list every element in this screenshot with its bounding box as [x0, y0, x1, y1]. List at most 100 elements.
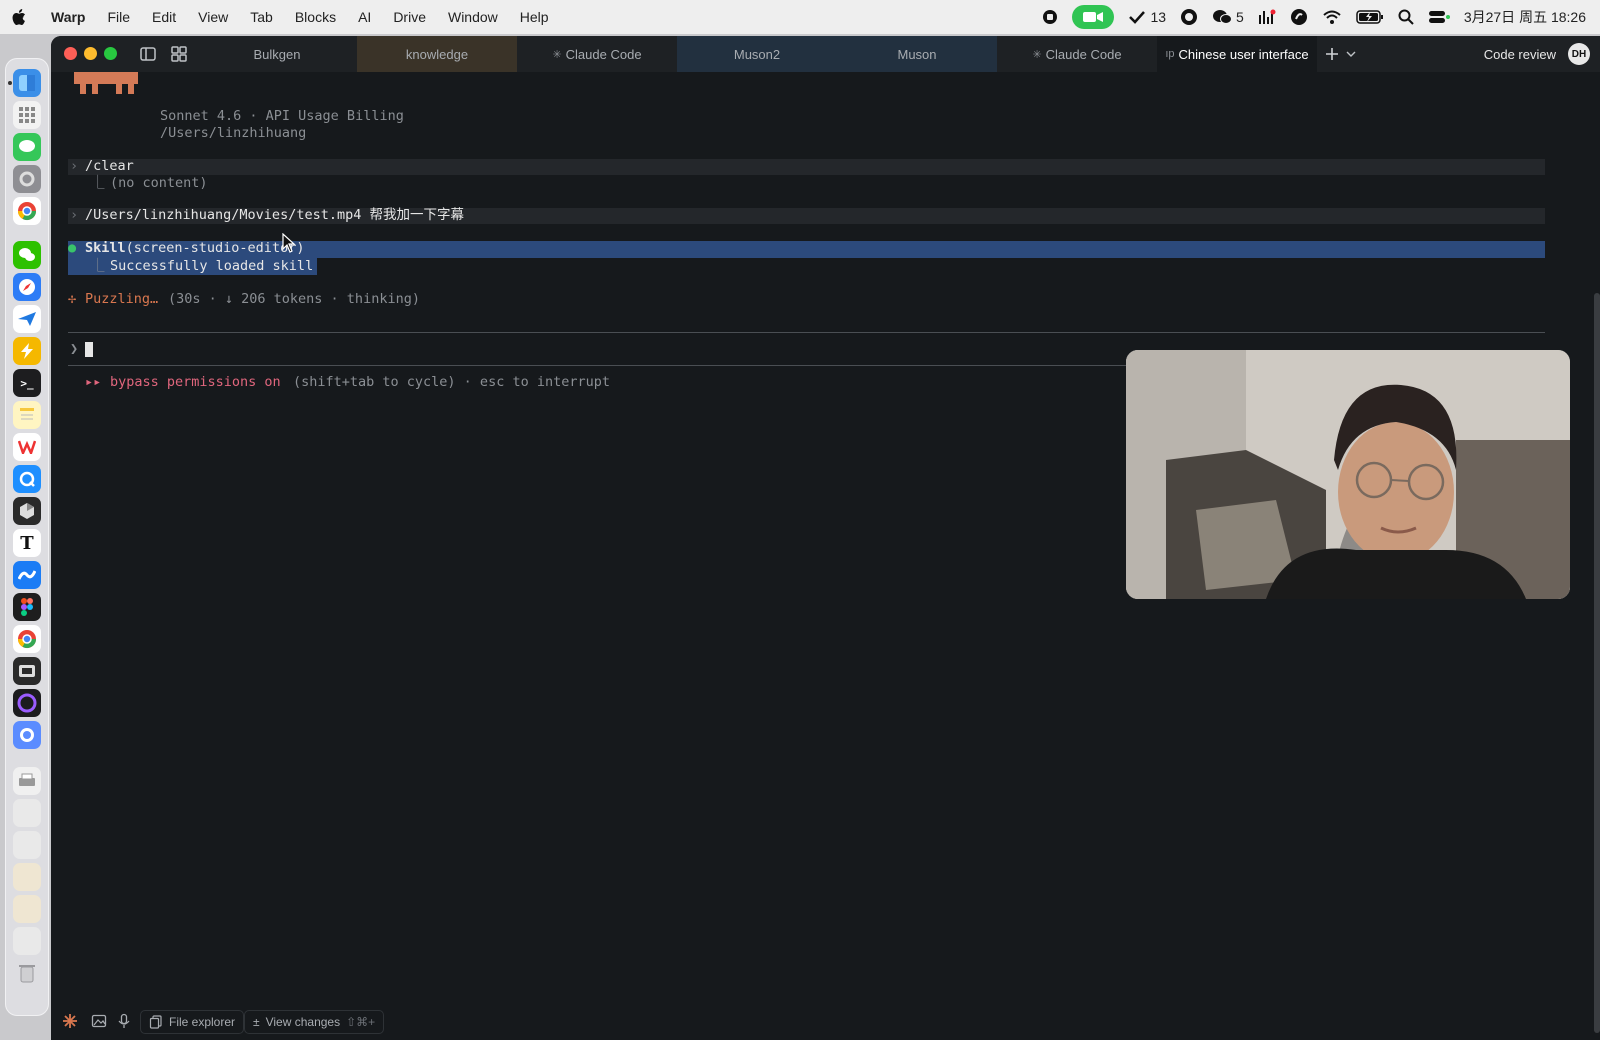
claude-sparkle-icon[interactable] [62, 1013, 78, 1029]
control-center-icon[interactable] [1428, 9, 1450, 25]
user-prompt-message[interactable]: /Users/linzhihuang/Movies/test.mp4 帮我加一下… [85, 207, 464, 224]
launchpad-icon[interactable] [13, 101, 41, 129]
webcam-overlay[interactable] [1126, 350, 1570, 599]
tab-muson2[interactable]: Muson2 [677, 36, 837, 72]
lark-icon[interactable] [13, 561, 41, 589]
recent-file-thumbnail-5[interactable] [13, 927, 41, 955]
messages-icon[interactable] [13, 133, 41, 161]
menu-ai[interactable]: AI [347, 9, 382, 25]
menu-help[interactable]: Help [509, 9, 560, 25]
menu-edit[interactable]: Edit [141, 9, 187, 25]
notifications-count: 13 [1150, 9, 1167, 25]
search-icon[interactable] [1398, 9, 1414, 25]
chrome-canary-icon[interactable] [13, 625, 41, 653]
tab-muson[interactable]: Muson [837, 36, 997, 72]
recent-file-thumbnail-4[interactable] [13, 895, 41, 923]
tab-claude-code-2[interactable]: ✳ Claude Code [997, 36, 1157, 72]
minimize-window-button[interactable] [84, 47, 97, 60]
code-review-button[interactable]: Code review [1484, 36, 1556, 72]
view-changes-shortcut: ⇧⌘+ [346, 1015, 376, 1029]
bolt-app-icon[interactable] [13, 337, 41, 365]
stats-icon[interactable] [1258, 9, 1276, 25]
terminal-app-icon[interactable]: >_ [13, 369, 41, 397]
sidebar-toggle-icon[interactable] [139, 45, 157, 63]
arc-ring-icon[interactable] [13, 689, 41, 717]
menu-window[interactable]: Window [437, 9, 509, 25]
tab-bulkgen[interactable]: Bulkgen [198, 36, 356, 72]
status-word: Puzzling… [85, 291, 159, 307]
bypass-permissions-label[interactable]: bypass permissions on [110, 374, 281, 391]
notes-icon[interactable] [13, 401, 41, 429]
working-directory: /Users/linzhihuang [160, 125, 307, 141]
recent-file-thumbnail-2[interactable] [13, 831, 41, 859]
shazam-icon[interactable] [1290, 8, 1308, 26]
menu-file[interactable]: File [96, 9, 141, 25]
record-stop-icon[interactable] [1042, 9, 1058, 25]
close-window-button[interactable] [64, 47, 77, 60]
chevron-down-icon[interactable] [1345, 45, 1357, 63]
finder-icon[interactable] [13, 69, 41, 97]
mode-hint: (shift+tab to cycle) · esc to interrupt [293, 374, 610, 390]
tab-bar: Bulkgen knowledge ✳ Claude Code Muson2 M… [51, 36, 1600, 72]
tab-claude-code-1[interactable]: ✳ Claude Code [517, 36, 677, 72]
chrome-icon[interactable] [13, 197, 41, 225]
facetime-camera-icon[interactable] [1072, 5, 1115, 29]
text-cursor[interactable] [85, 342, 93, 357]
bottom-toolbar: File explorer ± View changes ⇧⌘+ [51, 1004, 1600, 1040]
scrollbar[interactable] [1594, 293, 1600, 1033]
view-changes-button[interactable]: ± View changes ⇧⌘+ [244, 1010, 385, 1034]
menu-tab[interactable]: Tab [239, 9, 284, 25]
tab-chinese-user-interface[interactable]: ıp Chinese user interface [1157, 36, 1317, 72]
spinner-icon: ✢ [68, 291, 77, 307]
q-app-icon[interactable] [13, 465, 41, 493]
command-clear[interactable]: /clear [85, 158, 134, 175]
skill-label: Skill [85, 240, 126, 256]
assistant-app-icon[interactable] [13, 721, 41, 749]
grid-view-icon[interactable] [170, 45, 188, 63]
recent-file-thumbnail-1[interactable] [13, 799, 41, 827]
file-explorer-button[interactable]: File explorer [140, 1010, 245, 1034]
recent-file-thumbnail-3[interactable] [13, 863, 41, 891]
safari-icon[interactable] [13, 273, 41, 301]
skill-call[interactable]: Skill(screen-studio-editor) [85, 240, 304, 257]
check-tray-icon [1129, 11, 1146, 24]
microphone-icon[interactable] [116, 1013, 132, 1029]
wechat-icon [1213, 10, 1233, 24]
macos-menubar: Warp File Edit View Tab Blocks AI Drive … [0, 0, 1600, 34]
battery-charging-icon[interactable] [1356, 10, 1384, 24]
tab-label: Claude Code [1045, 46, 1122, 62]
apple-menu-icon[interactable] [0, 8, 40, 26]
mail-app-icon[interactable] [13, 305, 41, 333]
notifications-status[interactable]: 13 [1128, 9, 1166, 25]
zoom-window-button[interactable] [104, 47, 117, 60]
wechat-count: 5 [1236, 9, 1244, 25]
menu-view[interactable]: View [187, 9, 239, 25]
menu-app-name[interactable]: Warp [40, 9, 96, 25]
skill-result: Successfully loaded skill [110, 258, 314, 274]
circle-app-icon[interactable] [1180, 8, 1198, 26]
command-block-bar [68, 159, 1545, 175]
typora-icon[interactable]: T [13, 529, 41, 557]
wps-icon[interactable] [13, 433, 41, 461]
image-attach-icon[interactable] [91, 1013, 107, 1029]
figma-icon[interactable] [13, 593, 41, 621]
new-tab-plus-icon[interactable] [1323, 45, 1341, 63]
menu-drive[interactable]: Drive [382, 9, 437, 25]
wifi-icon[interactable] [1322, 9, 1342, 25]
avatar[interactable]: DH [1568, 43, 1590, 65]
tab-knowledge[interactable]: knowledge [357, 36, 517, 72]
printer-icon[interactable] [13, 767, 41, 795]
tab-label: Muson2 [733, 46, 781, 62]
screen-studio-icon[interactable] [13, 657, 41, 685]
trash-icon[interactable] [13, 959, 41, 987]
system-settings-icon[interactable] [13, 165, 41, 193]
input-top-divider [68, 332, 1545, 333]
sparkle-icon: ✳ [552, 48, 562, 61]
view-changes-label: View changes [265, 1015, 341, 1029]
wechat-status[interactable]: 5 [1212, 9, 1244, 25]
bypass-mode-icon: ▸▸ [85, 374, 102, 390]
cursor-app-icon[interactable] [13, 497, 41, 525]
menu-blocks[interactable]: Blocks [284, 9, 347, 25]
menubar-clock[interactable]: 3月27日 周五 18:26 [1464, 7, 1586, 27]
wechat-dock-icon[interactable] [13, 241, 41, 269]
